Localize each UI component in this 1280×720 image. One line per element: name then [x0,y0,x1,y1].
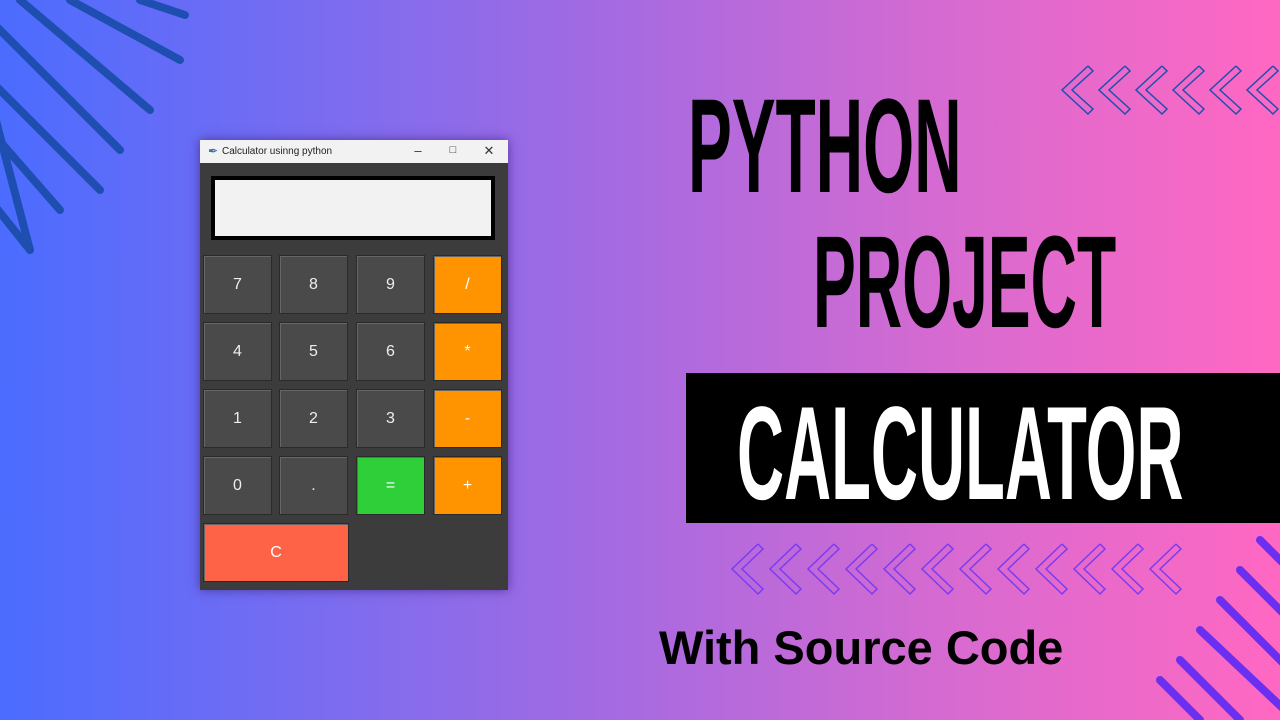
chevron-icon [1134,65,1169,116]
button-6[interactable]: 6 [356,322,425,381]
button-8[interactable]: 8 [279,255,348,314]
button-7[interactable]: 7 [203,255,272,314]
chevron-icon [1110,543,1145,596]
close-icon[interactable]: ✕ [479,143,499,159]
button-3[interactable]: 3 [356,389,425,448]
button-decimal[interactable]: . [279,456,348,515]
button-divide[interactable]: / [433,255,502,314]
chevron-icon [920,543,955,596]
button-add[interactable]: + [433,456,502,515]
chevron-icon [768,543,803,596]
chevron-icon [1245,65,1280,116]
chevron-icon [996,543,1031,596]
chevron-icon [1171,65,1206,116]
calculator-window: ✒ Calculator usinng python – □ ✕ 7 8 9/ 4 5 6… [200,140,508,590]
chevron-icon [1034,543,1069,596]
headline-calculator: CALCULATOR [737,380,1184,528]
headline-project: PROJECT [813,208,1117,355]
chevron-icon [882,543,917,596]
chevron-icon [844,543,879,596]
button-0[interactable]: 0 [203,456,272,515]
chevrons-top-right [1060,65,1280,116]
chevron-icon [1148,543,1183,596]
button-multiply[interactable]: * [433,322,502,381]
title-bar: ✒ Calculator usinng python – □ ✕ [200,140,508,163]
button-subtract[interactable]: - [433,389,502,448]
feather-icon: ✒ [208,144,219,158]
calculator-display[interactable] [211,176,495,240]
button-clear[interactable]: C [203,523,349,582]
chevron-icon [806,543,841,596]
window-title: Calculator usinng python [222,146,333,157]
button-5[interactable]: 5 [279,322,348,381]
chevron-icon [1072,543,1107,596]
button-4[interactable]: 4 [203,322,272,381]
chevron-icon [958,543,993,596]
chevron-icon [1208,65,1243,116]
button-9[interactable]: 9 [356,255,425,314]
button-equals[interactable]: = [356,456,425,515]
chevrons-bottom [730,543,1183,596]
chevron-icon [730,543,765,596]
chevron-icon [1097,65,1132,116]
subtitle: With Source Code [659,621,1064,674]
button-2[interactable]: 2 [279,389,348,448]
chevron-icon [1060,65,1095,116]
button-1[interactable]: 1 [203,389,272,448]
minimize-icon[interactable]: – [408,143,428,158]
decorative-stripes-top-left [0,0,189,254]
headline-python: PYTHON [688,72,962,221]
maximize-icon[interactable]: □ [443,144,463,156]
